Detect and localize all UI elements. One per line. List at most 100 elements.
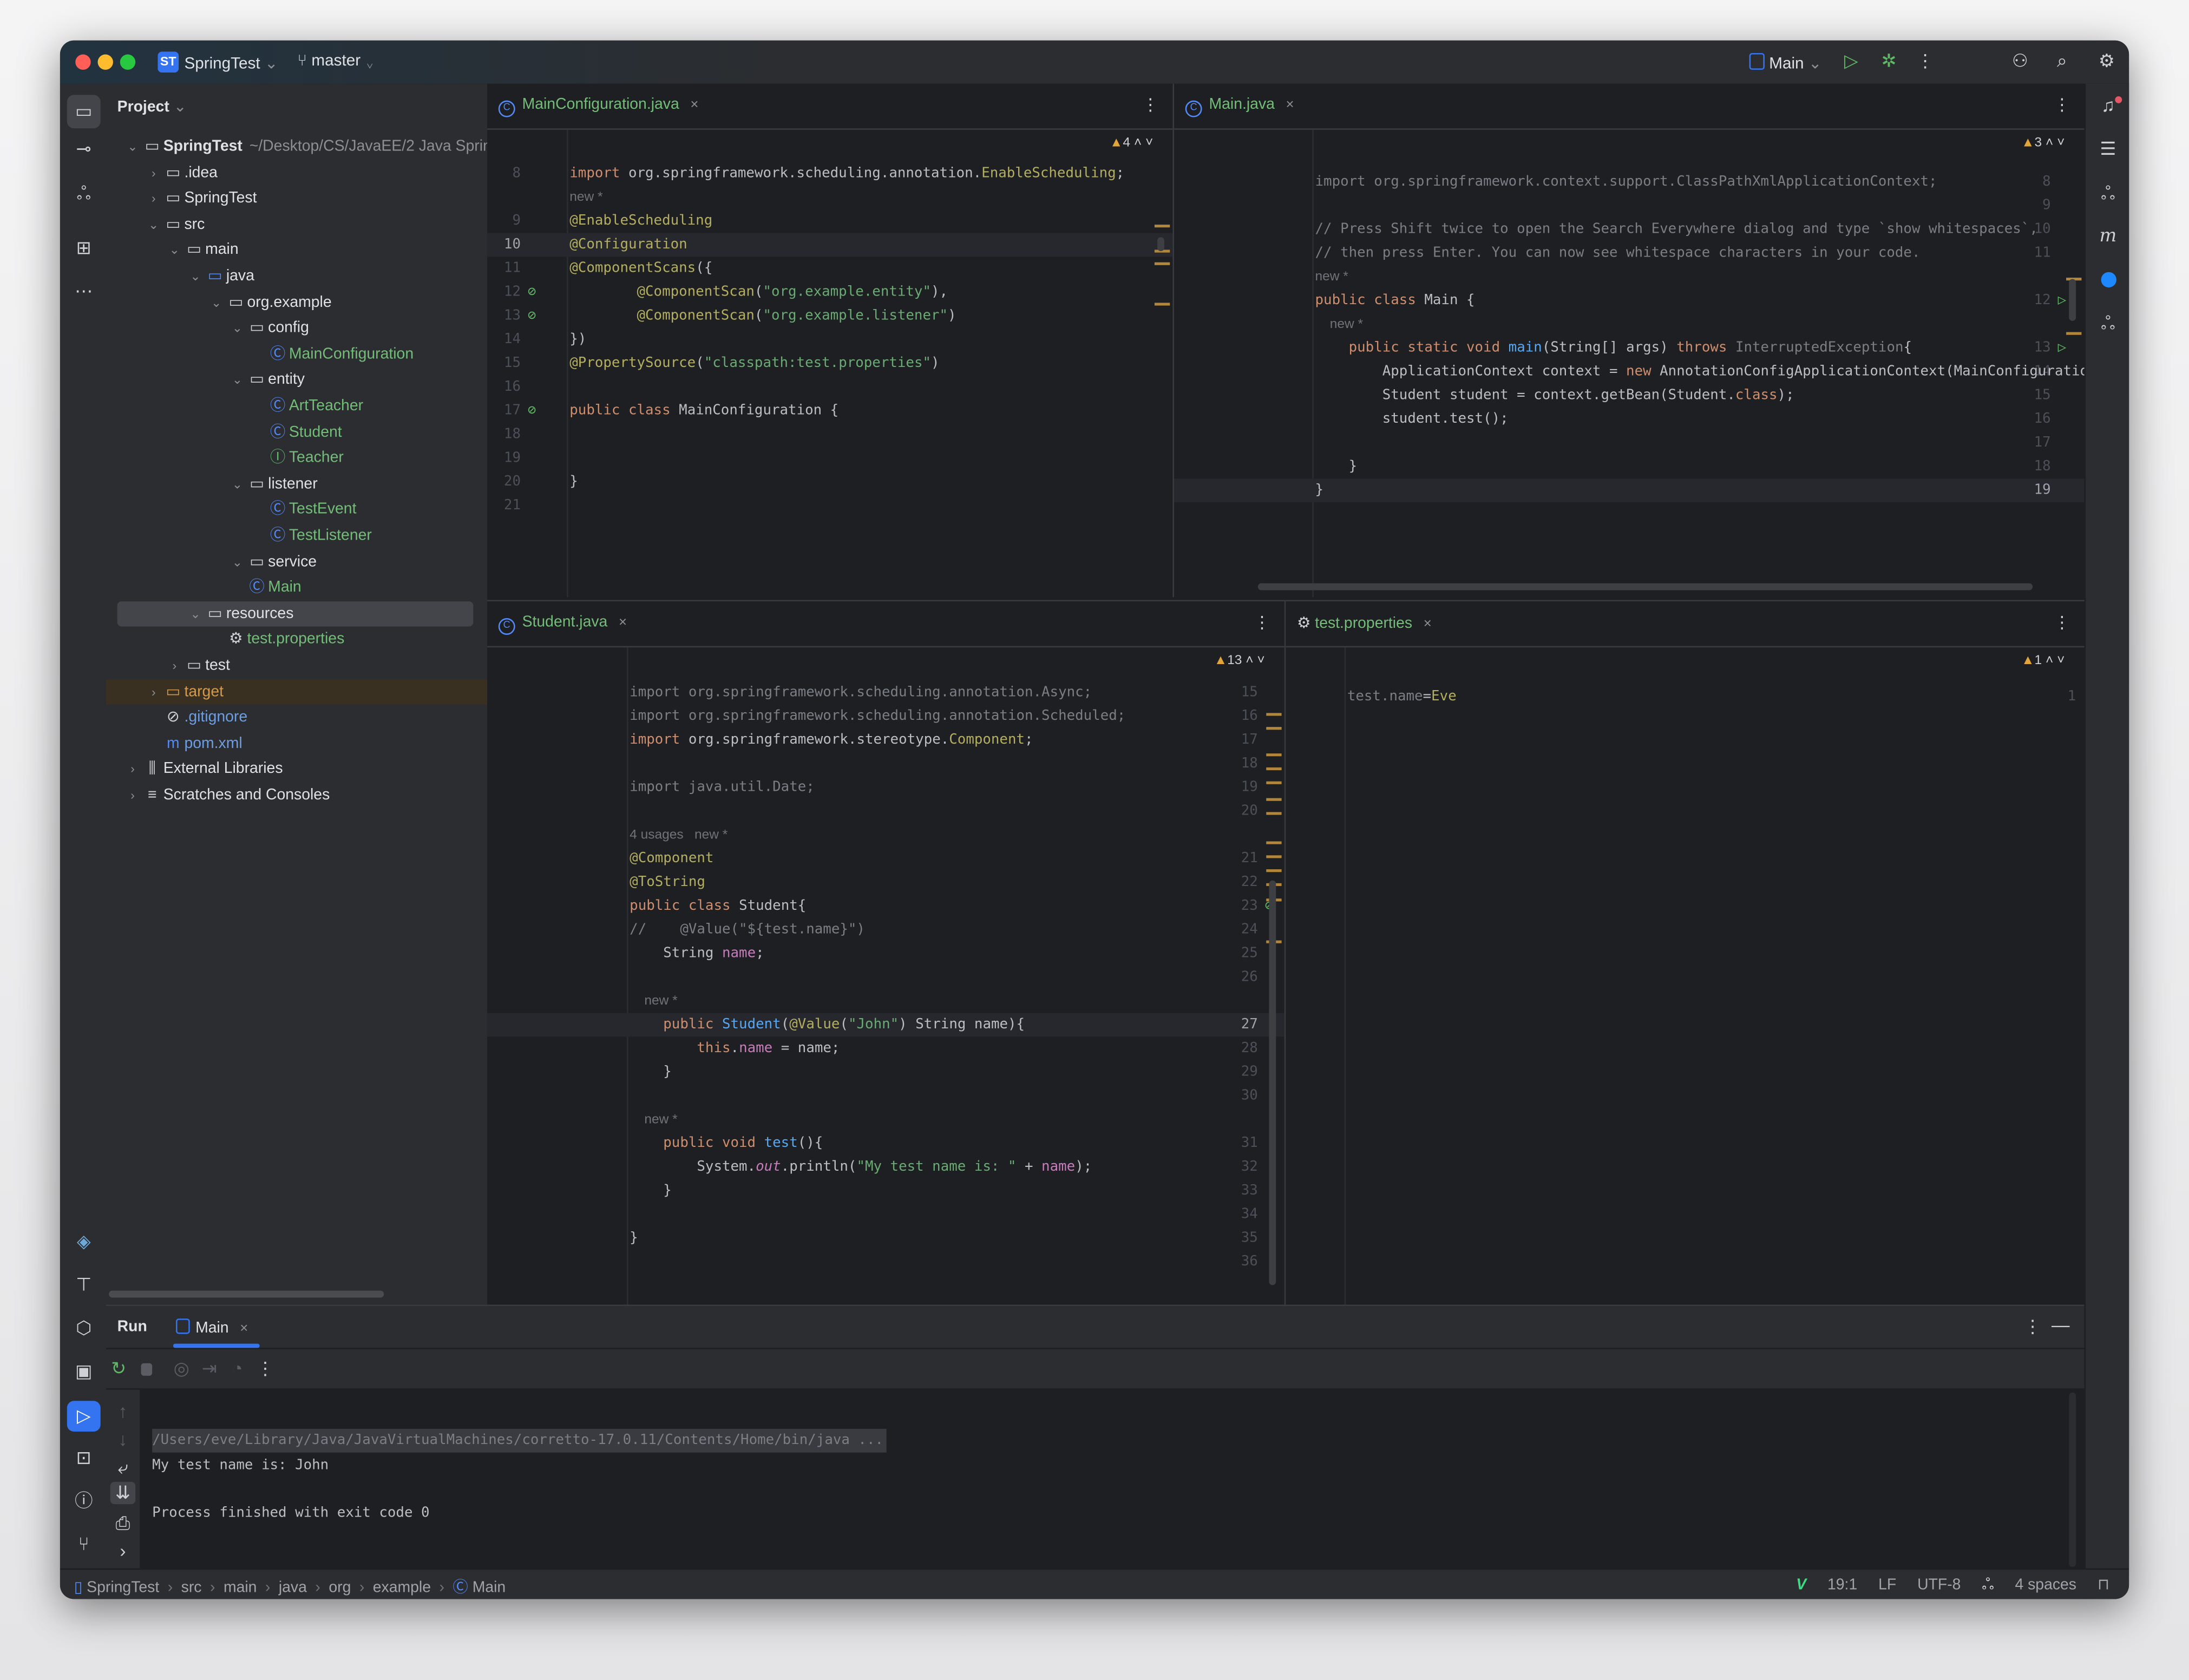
chevron-down-icon[interactable]: ⌄ [231,471,245,496]
warning-stripe-mark[interactable] [1266,841,1282,844]
soft-wrap-icon[interactable]: ⤶ [109,1456,137,1479]
breadcrumb-item[interactable]: Main [473,1579,506,1596]
next-highlight-icon[interactable]: ˅ [1257,653,1264,668]
breadcrumb-item[interactable]: src [181,1579,202,1596]
chevron-down-icon[interactable]: ⌄ [167,238,181,262]
tree-item[interactable]: ⌄ ▭ java [106,264,487,288]
add-user-icon[interactable]: ⚇ [2006,50,2034,73]
run-gutter-icon[interactable]: ▷ [2058,289,2067,313]
settings-icon[interactable]: ⚙ [2093,50,2121,73]
more-icon[interactable]: ⋮ [251,1357,279,1380]
line-ending[interactable]: LF [1878,1577,1896,1593]
maven-icon[interactable]: m [2094,226,2122,248]
ai-assistant-icon[interactable]: ஃ [70,183,98,205]
chevron-right-icon[interactable]: › [147,160,161,185]
previous-highlight-icon[interactable]: ˄ [1242,653,1257,668]
maximize-window-button[interactable] [120,54,136,70]
tree-item[interactable]: ⌄ ▭ listener [106,471,487,496]
warning-stripe-mark[interactable] [1154,225,1170,228]
warnings-indicator[interactable]: ▲13 ˄ ˅ [1214,653,1265,668]
more-options-icon[interactable]: ⋮ [1142,95,1159,114]
warning-stripe-mark[interactable] [1266,753,1282,757]
warnings-indicator[interactable]: ▲1 ˄ ˅ [2021,653,2065,668]
run-tab-main[interactable]: Main × [175,1318,248,1337]
previous-highlight-icon[interactable]: ˄ [2042,653,2057,668]
tree-item[interactable]: ⌄ ▭ service [106,549,487,574]
vertical-scrollbar[interactable] [1269,880,1276,1285]
tree-item[interactable]: › ▭ target [106,679,488,704]
python-console-icon[interactable]: ◈ [70,1231,98,1253]
close-icon[interactable]: × [690,97,698,113]
vertical-scrollbar[interactable] [1157,237,1164,252]
scroll-down-icon[interactable]: ↓ [109,1429,137,1451]
services-icon[interactable]: ⬡ [70,1317,98,1340]
breadcrumb-item[interactable]: org [329,1579,351,1596]
tree-item[interactable]: › ▭ test [106,653,487,678]
assistant-icon[interactable]: ஃ [2094,312,2122,334]
commit-icon[interactable]: ⊸ [70,138,98,160]
screenshot-icon[interactable]: ◎ [167,1357,195,1380]
database-icon[interactable]: ☰ [2094,138,2122,160]
warnings-indicator[interactable]: ▲4 ˄ ˅ [1110,135,1153,150]
chevron-down-icon[interactable]: ⌄ [231,549,245,574]
close-icon[interactable]: × [240,1321,248,1336]
tree-item[interactable]: ⌄ ▭ config [106,316,487,340]
console-scrollbar[interactable] [2069,1392,2076,1567]
warnings-indicator[interactable]: ▲3 ˄ ˅ [2021,135,2065,150]
previous-highlight-icon[interactable]: ˄ [2042,135,2057,150]
warning-stripe-mark[interactable] [1266,812,1282,815]
expand-icon[interactable]: › [109,1540,137,1563]
tree-item[interactable]: › ▭ SpringTest [106,186,487,211]
editor-tab[interactable]: ⚙ test.properties × [1297,614,1432,632]
more-options-icon[interactable]: ⋮ [1254,613,1270,632]
close-icon[interactable]: × [1424,616,1432,632]
project-panel-title[interactable]: Project ⌄ [117,97,187,116]
code-area[interactable]: 8 import org.springframework.scheduling.a… [487,162,1173,517]
minimize-panel-icon[interactable]: — [2047,1314,2075,1336]
tree-item[interactable]: ⌄ ▭ entity [106,368,487,392]
tree-item[interactable]: ⌄ ▭ org.example [106,290,487,314]
warning-stripe-mark[interactable] [1266,767,1282,771]
copilot-icon[interactable]: ஃ [2094,183,2122,205]
next-highlight-icon[interactable]: ˅ [1145,135,1153,150]
tree-item[interactable]: Ⓒ Main [106,575,487,600]
build-hammer-icon[interactable]: ⊤ [70,1274,98,1296]
indent-setting[interactable]: 4 spaces [2015,1577,2076,1593]
tree-item[interactable]: Ⓒ Student [106,419,487,444]
chevron-right-icon[interactable]: › [147,679,161,704]
code-area[interactable]: 15 import org.springframework.scheduling.… [487,681,1284,1274]
run-config-selector[interactable]: Main ⌄ [1749,52,1822,73]
close-window-button[interactable] [75,54,91,70]
warning-stripe-mark[interactable] [1266,727,1282,730]
scroll-to-end-icon[interactable]: ⇊ [110,1481,136,1505]
chevron-down-icon[interactable]: ⌄ [231,316,245,340]
chevron-right-icon[interactable]: › [147,186,161,211]
chevron-right-icon[interactable]: › [126,757,140,782]
run-gutter-icon[interactable]: ▷ [2058,336,2067,360]
spring-bean-icon[interactable]: ⊘ [528,399,536,423]
breadcrumb-item[interactable]: main [224,1579,257,1596]
project-folder-icon[interactable]: ▭ [67,95,101,129]
warning-stripe-mark[interactable] [1266,869,1282,872]
vertical-scrollbar[interactable] [2069,279,2076,321]
tree-item[interactable]: Ⓒ ArtTeacher [106,393,487,418]
chevron-down-icon[interactable]: ⌄ [126,134,140,159]
git-icon[interactable]: ⑂ [70,1533,98,1556]
chevron-down-icon[interactable]: ⌄ [147,212,161,237]
chevron-down-icon[interactable]: ⌄ [188,264,202,288]
spring-bean-icon[interactable]: ⊘ [528,280,536,304]
tree-item[interactable]: ⌄ ▭ SpringTest ~/Desktop/CS/JavaEE/2 Java S… [106,134,500,159]
run-tool-icon[interactable]: ▷ [67,1401,101,1432]
previous-highlight-icon[interactable]: ˄ [1130,135,1145,150]
minimize-window-button[interactable] [97,54,113,70]
editor-tab[interactable]: C MainConfiguration.java × [498,96,698,117]
warning-stripe-mark[interactable] [1154,262,1170,265]
project-switcher[interactable]: SpringTest ⌄ [184,53,278,73]
horizontal-scrollbar[interactable] [1257,583,2033,590]
tree-item[interactable]: ⊘ .gitignore [106,705,487,730]
breadcrumb-item[interactable]: SpringTest [87,1579,159,1596]
stop-icon[interactable] [141,1363,153,1376]
debug-tool-icon[interactable]: ▣ [70,1361,98,1383]
vim-plugin-icon[interactable]: V [1796,1577,1806,1593]
copilot-status-icon[interactable]: ஃ [1982,1577,1994,1593]
